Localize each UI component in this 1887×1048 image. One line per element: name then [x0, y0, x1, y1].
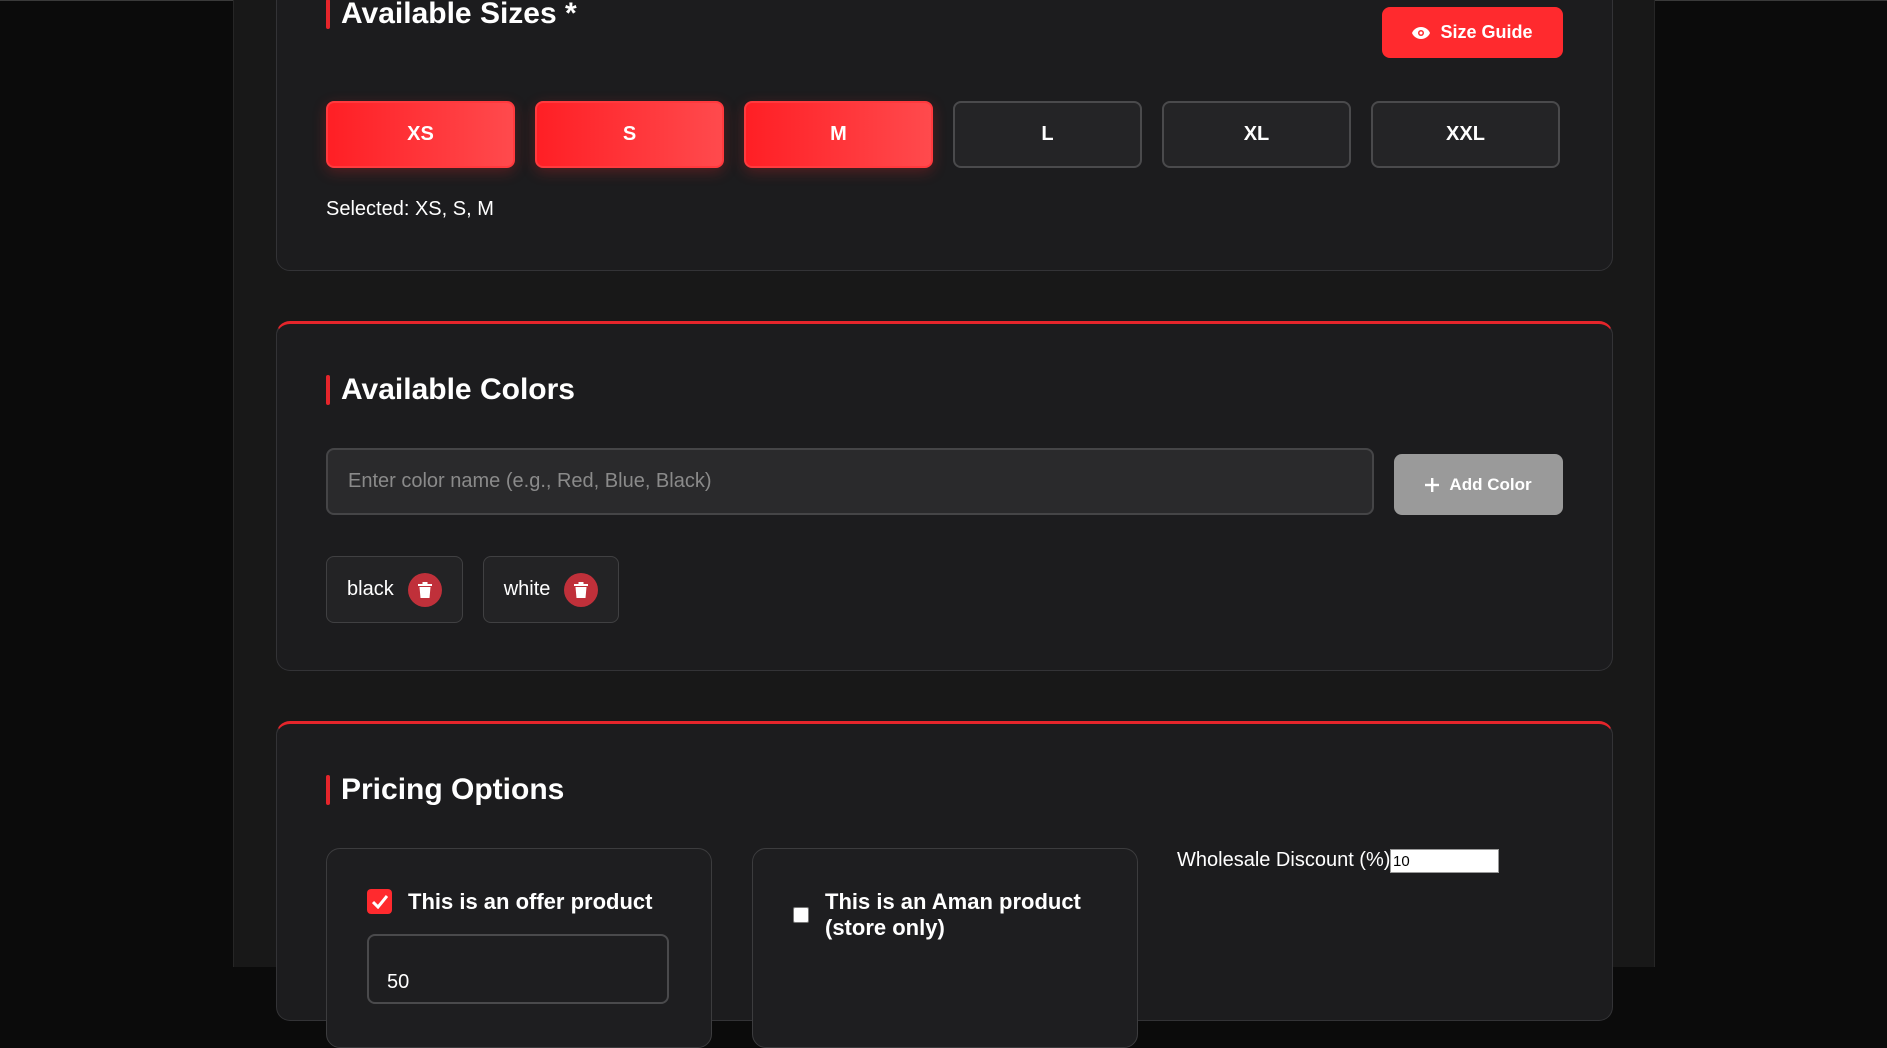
add-color-label: Add Color: [1449, 474, 1532, 494]
add-color-button[interactable]: Add Color: [1394, 454, 1563, 515]
size-guide-button[interactable]: Size Guide: [1382, 7, 1563, 58]
size-option-xxl[interactable]: XXL: [1371, 101, 1560, 168]
offer-price-input[interactable]: [367, 934, 669, 1004]
offer-option-box: This is an offer product: [326, 848, 712, 1048]
remove-color-button[interactable]: [407, 572, 442, 607]
size-option-l[interactable]: L: [953, 101, 1142, 168]
pricing-title: Pricing Options: [326, 775, 564, 805]
size-option-s[interactable]: S: [535, 101, 724, 168]
color-chip: white: [482, 556, 620, 623]
aman-label: This is an Aman product (store only): [825, 889, 1081, 940]
sizes-card: Available Sizes * Size Guide XS S M L XL…: [276, 0, 1613, 271]
size-option-xl[interactable]: XL: [1162, 101, 1351, 168]
wholesale-discount-input[interactable]: [1390, 849, 1499, 873]
remove-color-button[interactable]: [564, 572, 599, 607]
trash-icon: [417, 581, 432, 598]
colors-title: Available Colors: [326, 375, 575, 405]
size-option-m[interactable]: M: [744, 101, 933, 168]
color-chip-label: white: [503, 578, 551, 600]
size-options: XS S M L XL XXL: [326, 101, 1560, 168]
check-icon: [371, 894, 388, 909]
color-chip-label: black: [347, 578, 394, 600]
aman-checkbox[interactable]: [793, 907, 809, 923]
plus-icon: [1425, 477, 1440, 492]
color-chip: black: [326, 556, 463, 623]
color-name-input[interactable]: [326, 448, 1374, 515]
eye-icon: [1412, 26, 1431, 39]
pricing-card: Pricing Options This is an offer product…: [276, 721, 1613, 1048]
sizes-title: Available Sizes *: [326, 0, 577, 29]
colors-card: Available Colors Add Color black white: [276, 321, 1613, 671]
offer-label: This is an offer product: [408, 889, 653, 914]
size-option-xs[interactable]: XS: [326, 101, 515, 168]
size-guide-label: Size Guide: [1440, 22, 1533, 42]
trash-icon: [574, 581, 589, 598]
aman-option-box: This is an Aman product (store only): [752, 848, 1138, 1048]
color-list: black white: [326, 556, 620, 623]
selected-sizes-text: Selected: XS, S, M: [326, 198, 494, 220]
offer-checkbox[interactable]: [367, 889, 392, 914]
wholesale-discount-label: Wholesale Discount (%): [1177, 849, 1391, 871]
